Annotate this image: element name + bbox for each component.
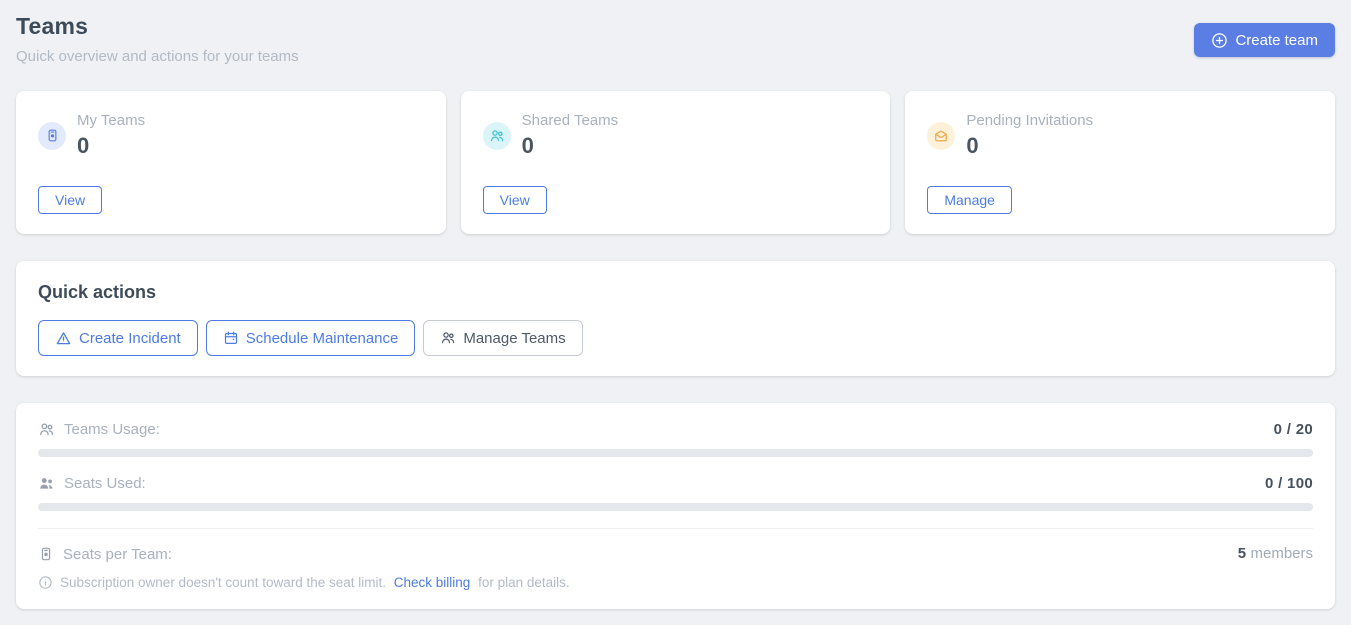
teams-usage-label: Teams Usage:	[64, 421, 160, 438]
seats-per-team-value: 5 members	[1238, 545, 1313, 563]
badge-icon	[38, 546, 54, 562]
page-title: Teams	[16, 13, 299, 40]
stat-card-meta: Shared Teams 0	[522, 112, 618, 159]
teams-page: Teams Quick overview and actions for you…	[0, 0, 1351, 625]
seats-used-row: Seats Used: 0 / 100	[38, 475, 1313, 492]
create-incident-button[interactable]: Create Incident	[38, 320, 198, 356]
page-header: Teams Quick overview and actions for you…	[16, 13, 1335, 65]
seats-used-progress-bar	[38, 503, 1313, 511]
note-prefix: Subscription owner doesn't count toward …	[60, 575, 386, 590]
quick-actions-panel: Quick actions Create Incident	[16, 261, 1335, 376]
create-team-label: Create team	[1235, 32, 1318, 49]
create-incident-label: Create Incident	[79, 330, 181, 347]
badge-icon	[38, 122, 66, 150]
manage-invitations-button[interactable]: Manage	[927, 186, 1012, 214]
stat-card-value: 0	[77, 133, 145, 159]
stat-card-value: 0	[966, 133, 1093, 159]
note-suffix: for plan details.	[478, 575, 570, 590]
stat-card-meta: My Teams 0	[77, 112, 145, 159]
stat-card-pending-invitations: Pending Invitations 0 Manage	[905, 91, 1335, 234]
quick-actions-row: Create Incident Schedule Maintenance	[38, 320, 1313, 356]
seats-used-label: Seats Used:	[64, 475, 146, 492]
schedule-maintenance-label: Schedule Maintenance	[246, 330, 399, 347]
stat-card-shared-teams: Shared Teams 0 View	[461, 91, 891, 234]
view-my-teams-button[interactable]: View	[38, 186, 102, 214]
page-header-text: Teams Quick overview and actions for you…	[16, 13, 299, 65]
users-icon	[440, 330, 456, 346]
seats-per-team-left: Seats per Team:	[38, 546, 172, 563]
quick-actions-title: Quick actions	[38, 282, 1313, 303]
seats-per-team-label: Seats per Team:	[63, 546, 172, 563]
stat-card-top: Shared Teams 0	[483, 112, 869, 159]
stat-card-top: My Teams 0	[38, 112, 424, 159]
usage-panel: Teams Usage: 0 / 20 Seats Used: 0 / 100	[16, 403, 1335, 609]
calendar-icon	[223, 330, 239, 346]
teams-usage-left: Teams Usage:	[38, 421, 160, 438]
stat-card-top: Pending Invitations 0	[927, 112, 1313, 159]
stat-card-label: Pending Invitations	[966, 112, 1093, 129]
info-icon	[38, 575, 53, 590]
stat-card-value: 0	[522, 133, 618, 159]
stat-cards-row: My Teams 0 View Shared Teams	[16, 91, 1335, 234]
mail-open-icon	[927, 122, 955, 150]
seats-per-team-suffix: members	[1250, 545, 1313, 562]
users-icon	[483, 122, 511, 150]
teams-usage-value: 0 / 20	[1274, 421, 1313, 438]
seats-used-left: Seats Used:	[38, 475, 146, 492]
stat-card-label: Shared Teams	[522, 112, 618, 129]
seats-per-team-number: 5	[1238, 545, 1246, 562]
warning-icon	[55, 330, 72, 347]
users-outline-icon	[38, 421, 55, 438]
manage-teams-label: Manage Teams	[463, 330, 565, 347]
users-filled-icon	[38, 475, 55, 492]
manage-teams-button[interactable]: Manage Teams	[423, 320, 582, 356]
teams-usage-progress-bar	[38, 449, 1313, 457]
create-team-button[interactable]: Create team	[1194, 23, 1335, 57]
page-subtitle: Quick overview and actions for your team…	[16, 48, 299, 65]
usage-divider	[38, 528, 1313, 529]
teams-usage-row: Teams Usage: 0 / 20	[38, 421, 1313, 438]
seats-per-team-row: Seats per Team: 5 members	[38, 545, 1313, 563]
stat-card-my-teams: My Teams 0 View	[16, 91, 446, 234]
stat-card-meta: Pending Invitations 0	[966, 112, 1093, 159]
stat-card-label: My Teams	[77, 112, 145, 129]
check-billing-link[interactable]: Check billing	[394, 575, 471, 590]
schedule-maintenance-button[interactable]: Schedule Maintenance	[206, 320, 416, 356]
plus-circle-icon	[1211, 32, 1228, 49]
view-shared-teams-button[interactable]: View	[483, 186, 547, 214]
note-text: Subscription owner doesn't count toward …	[60, 575, 570, 590]
seats-used-value: 0 / 100	[1265, 475, 1313, 492]
seat-limit-note: Subscription owner doesn't count toward …	[38, 575, 1313, 590]
